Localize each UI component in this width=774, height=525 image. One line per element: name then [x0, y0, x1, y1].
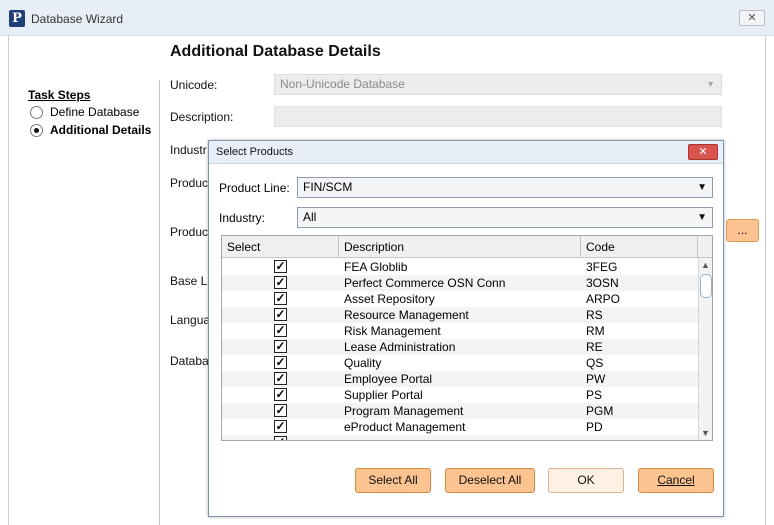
step-define-database[interactable]: Define Database	[30, 104, 139, 120]
product-description: Lease Administration	[344, 340, 456, 354]
product-line-select[interactable]: FIN/SCM ▼	[297, 177, 713, 198]
select-checkbox[interactable]: ✓	[274, 260, 287, 273]
product-code: RE	[586, 340, 603, 354]
table-row[interactable]: ✓ Perfect Commerce OSN Conn 3OSN	[222, 275, 698, 291]
select-checkbox[interactable]: ✓	[274, 356, 287, 369]
window-titlebar: P Database Wizard ✕	[0, 0, 774, 36]
dialog-close-button[interactable]: ✕	[688, 144, 718, 160]
dialog-title: Select Products	[216, 146, 294, 158]
column-header-code[interactable]: Code	[581, 236, 698, 258]
product-code: PGM	[586, 404, 614, 418]
unicode-label: Unicode:	[170, 78, 218, 92]
table-row[interactable]: ✓ Asset Repository ARPO	[222, 291, 698, 307]
product-code: QS	[586, 356, 604, 370]
product-code: PW	[586, 372, 606, 386]
unicode-select[interactable]: Non-Unicode Database ▼	[274, 74, 722, 95]
select-checkbox[interactable]: ✓	[274, 436, 287, 440]
deselect-all-button[interactable]: Deselect All	[445, 468, 535, 493]
product-code: 3FEG	[586, 260, 618, 274]
product-description: Asset Repository	[344, 292, 435, 306]
table-row[interactable]: ✓ Resource Management RS	[222, 307, 698, 323]
table-scrollbar[interactable]: ▲ ▼	[698, 258, 712, 440]
radio-selected-icon[interactable]	[30, 123, 43, 137]
select-checkbox[interactable]: ✓	[274, 420, 287, 433]
select-products-dialog: Select Products ✕ Product Line: FIN/SCM …	[208, 140, 724, 517]
product-line-label: Produc	[170, 176, 209, 190]
product-description: Resource Management	[344, 308, 469, 322]
languages-label: Langua	[170, 313, 211, 327]
chevron-down-icon: ▼	[697, 212, 707, 223]
product-description: Program Management	[344, 404, 464, 418]
products-browse-button[interactable]: ...	[726, 219, 759, 242]
description-label: Description:	[170, 110, 234, 124]
product-code: PS	[586, 388, 603, 402]
table-row[interactable]: ✓ Employee Portal PW	[222, 371, 698, 387]
table-row[interactable]: ✓ FEA Globlib 3FEG	[222, 259, 698, 275]
scroll-down-icon[interactable]: ▼	[701, 428, 710, 438]
cancel-button[interactable]: Cancel	[638, 468, 714, 493]
step-additional-details[interactable]: Additional Details	[30, 122, 151, 138]
table-row[interactable]: ✓ eProduct Management PD	[222, 419, 698, 435]
select-checkbox[interactable]: ✓	[274, 404, 287, 417]
page-title: Additional Database Details	[170, 43, 381, 60]
chevron-down-icon: ▼	[706, 79, 715, 89]
product-description: Quality	[344, 356, 382, 370]
table-row[interactable]: ✓ Quality QS	[222, 355, 698, 371]
panel-divider	[159, 80, 160, 525]
window-close-button[interactable]: ✕	[739, 10, 765, 26]
task-steps-title: Task Steps	[28, 88, 91, 102]
product-line-value: FIN/SCM	[303, 180, 353, 194]
database-label: Databa	[170, 354, 209, 368]
dialog-titlebar: Select Products ✕	[209, 141, 723, 164]
scroll-thumb[interactable]	[700, 274, 712, 298]
table-row[interactable]: ✓ Lease Administration RE	[222, 339, 698, 355]
app-logo-icon: P	[9, 10, 25, 27]
products-table: Select Description Code ✓ FEA Globlib 3FEG…	[221, 235, 713, 441]
radio-unselected-icon[interactable]	[30, 105, 43, 119]
product-code: ARPO	[586, 292, 621, 306]
industry-select[interactable]: All ▼	[297, 207, 713, 228]
step-label: Define Database	[50, 105, 140, 119]
select-checkbox[interactable]: ✓	[274, 340, 287, 353]
select-checkbox[interactable]: ✓	[274, 308, 287, 321]
product-code: 3OSN	[586, 276, 619, 290]
table-row[interactable]: ✓ Supplier Portal PS	[222, 387, 698, 403]
product-description: Supplier Portal	[344, 388, 423, 402]
step-label: Additional Details	[50, 123, 152, 137]
product-description: Employee Portal	[344, 372, 433, 386]
product-line-label: Product Line:	[219, 181, 290, 195]
description-input[interactable]	[274, 106, 722, 127]
product-description: FEA Globlib	[344, 260, 408, 274]
header-corner	[698, 236, 712, 258]
product-code: RS	[586, 308, 603, 322]
industry-value: All	[303, 210, 317, 224]
column-header-select[interactable]: Select	[222, 236, 339, 258]
table-row[interactable]: ✓ Program Management PGM	[222, 403, 698, 419]
product-code: RM	[586, 324, 605, 338]
product-description: Perfect Commerce OSN Conn	[344, 276, 506, 290]
product-code: PD	[586, 420, 603, 434]
product-description: eProduct Management	[344, 420, 466, 434]
ok-button[interactable]: OK	[548, 468, 624, 493]
table-row[interactable]: ✓ Risk Management RM	[222, 323, 698, 339]
product-description: Risk Management	[344, 324, 441, 338]
select-checkbox[interactable]: ✓	[274, 388, 287, 401]
table-row-partial[interactable]: ✓	[222, 435, 698, 440]
select-checkbox[interactable]: ✓	[274, 372, 287, 385]
select-all-button[interactable]: Select All	[355, 468, 431, 493]
chevron-down-icon: ▼	[697, 182, 707, 193]
base-language-label: Base L	[170, 274, 208, 288]
column-header-description[interactable]: Description	[339, 236, 581, 258]
select-checkbox[interactable]: ✓	[274, 324, 287, 337]
scroll-up-icon[interactable]: ▲	[701, 260, 710, 270]
cancel-label: Cancel	[657, 473, 695, 487]
industry-label: Industry:	[219, 211, 266, 225]
select-checkbox[interactable]: ✓	[274, 276, 287, 289]
industry-label: Industr	[170, 143, 207, 157]
unicode-select-value: Non-Unicode Database	[280, 77, 405, 91]
table-header: Select Description Code	[222, 236, 698, 258]
window-title: Database Wizard	[31, 12, 124, 26]
products-label: Produc	[170, 225, 209, 239]
select-checkbox[interactable]: ✓	[274, 292, 287, 305]
